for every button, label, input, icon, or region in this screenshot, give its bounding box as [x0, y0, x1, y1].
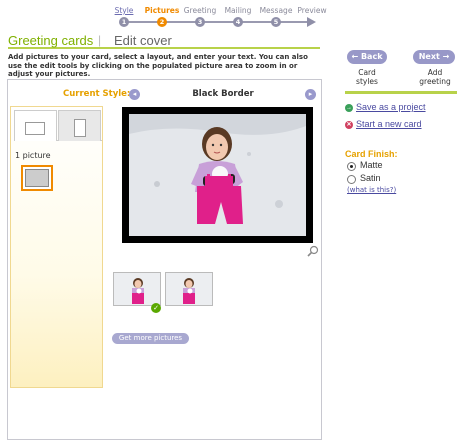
page-title: Greeting cards — [8, 33, 94, 48]
step-message-label: Message — [259, 6, 293, 15]
thumb-photo-2 — [166, 273, 212, 305]
step-style-number: 1 — [119, 17, 129, 27]
picture-thumbnail-2[interactable] — [165, 272, 213, 306]
instructions-text: Add pictures to your card, select a layo… — [8, 53, 308, 78]
layout-count-label: 1 picture — [15, 151, 51, 160]
title-separator: | — [98, 33, 102, 47]
matte-radio[interactable] — [347, 162, 356, 171]
step-end-arrow-icon — [307, 17, 316, 27]
step-preview-label: Preview — [297, 6, 327, 15]
sidebar-divider — [345, 91, 457, 94]
landscape-icon — [25, 122, 45, 135]
zoom-icon[interactable] — [307, 245, 319, 257]
save-project-link[interactable]: → Save as a project — [345, 102, 426, 112]
next-style-button[interactable]: ▸ — [305, 89, 316, 100]
page-subtitle: Edit cover — [114, 33, 172, 48]
get-more-pictures-button[interactable]: Get more pictures — [112, 333, 189, 344]
layout-tab-portrait[interactable] — [58, 110, 101, 141]
back-caption: Card styles — [356, 68, 378, 86]
step-pictures-number: 2 — [157, 17, 167, 27]
card-picture-area[interactable] — [122, 107, 313, 243]
editor-panel: Current Style: ◂ Black Border ▸ 1 pictur… — [7, 79, 322, 440]
portrait-icon — [74, 119, 86, 137]
step-progress: Style 1 Pictures 2 Greeting 3 Mailing 4 … — [104, 6, 327, 30]
step-pictures: Pictures 2 — [142, 6, 182, 27]
step-message: Message 5 — [256, 6, 296, 27]
step-mailing: Mailing 4 — [218, 6, 258, 27]
thumb-photo-1 — [114, 273, 160, 305]
photo-girl-snow — [129, 114, 306, 236]
next-caption: Add greeting — [419, 68, 451, 86]
card-photo[interactable] — [129, 114, 306, 236]
new-card-label[interactable]: Start a new card — [356, 119, 422, 129]
layout-tabs — [14, 110, 102, 141]
step-mailing-number: 4 — [233, 17, 243, 27]
save-arrow-icon: → — [345, 104, 353, 112]
style-selector: Current Style: ◂ Black Border ▸ — [8, 80, 321, 102]
satin-label[interactable]: Satin — [360, 173, 381, 183]
layout-thumbnail-selected[interactable] — [21, 165, 53, 191]
style-name: Black Border — [192, 89, 254, 99]
card-finish-title: Card Finish: — [345, 149, 398, 159]
step-greeting-label: Greeting — [183, 6, 217, 15]
step-message-number: 5 — [271, 17, 281, 27]
what-is-this-link[interactable]: (what is this?) — [347, 186, 396, 194]
new-card-link[interactable]: ✕ Start a new card — [345, 119, 422, 129]
save-project-label[interactable]: Save as a project — [356, 102, 426, 112]
satin-radio[interactable] — [347, 175, 356, 184]
picture-thumbnail-1[interactable] — [113, 272, 161, 306]
step-pictures-label: Pictures — [144, 6, 180, 15]
current-style-label: Current Style: — [63, 89, 131, 99]
page-header: Greeting cards | Edit cover — [8, 33, 320, 49]
step-greeting: Greeting 3 — [180, 6, 220, 27]
step-mailing-label: Mailing — [224, 6, 252, 15]
step-preview: Preview — [292, 6, 332, 27]
step-greeting-number: 3 — [195, 17, 205, 27]
prev-style-button[interactable]: ◂ — [129, 89, 140, 100]
step-style[interactable]: Style 1 — [104, 6, 144, 27]
layout-thumbnail-image — [25, 169, 49, 187]
layout-tab-landscape[interactable] — [14, 110, 57, 141]
layout-panel: 1 picture — [10, 106, 103, 388]
check-icon: ✓ — [151, 303, 161, 313]
matte-label[interactable]: Matte — [360, 160, 383, 170]
step-style-label[interactable]: Style — [104, 6, 144, 16]
new-card-icon: ✕ — [345, 121, 353, 129]
back-button[interactable]: ← Back — [347, 50, 387, 64]
next-button[interactable]: Next → — [413, 50, 455, 64]
